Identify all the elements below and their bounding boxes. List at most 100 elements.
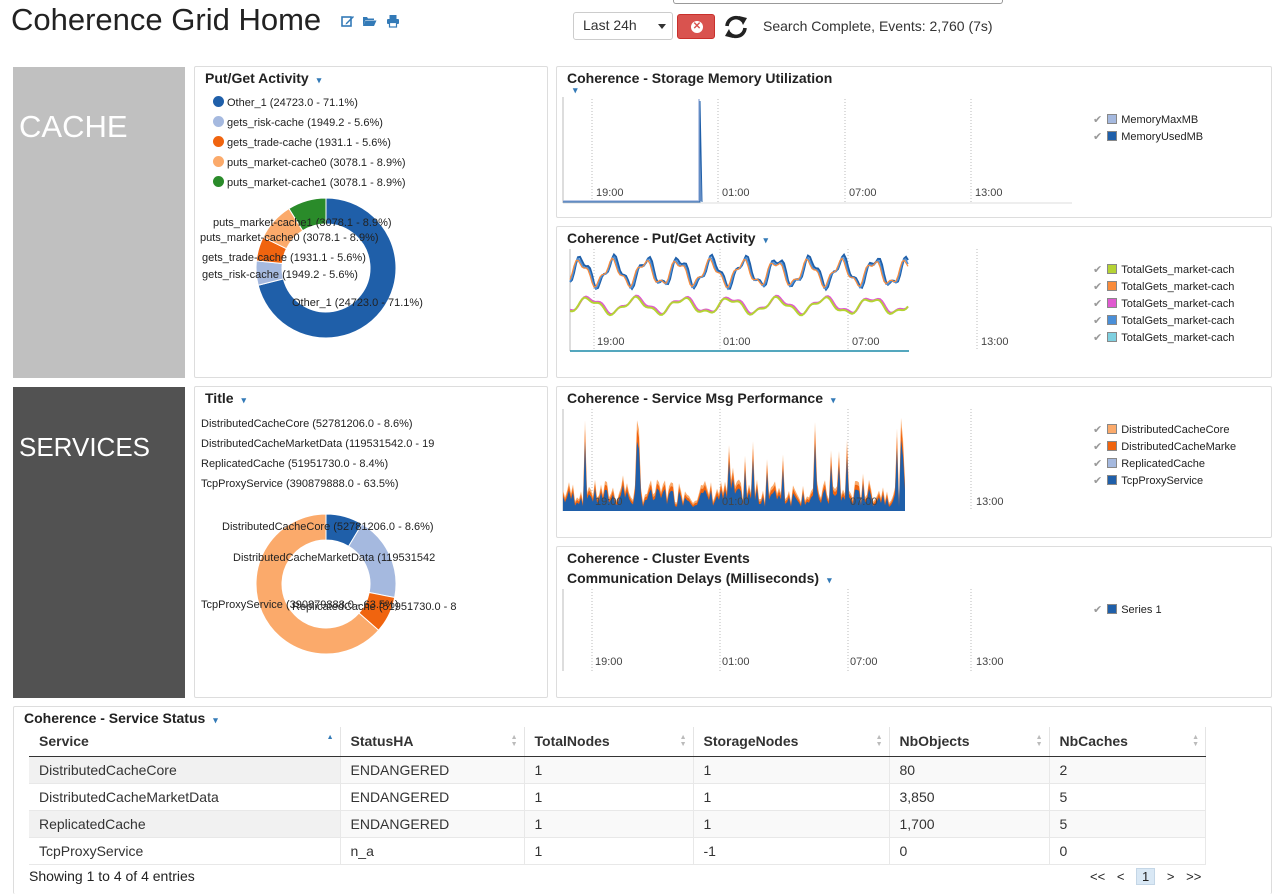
donut-label: Other_1 (24723.0 - 71.1%) xyxy=(292,297,423,309)
services-pie-panel: Title ▾ DistributedCacheCore (52781206.0 … xyxy=(194,386,548,698)
legend-item[interactable]: ✔ TotalGets_market-cach xyxy=(1093,263,1234,276)
series-line xyxy=(569,294,909,316)
donut-label: puts_market-cache1 (3078.1 - 8.9%) xyxy=(213,217,392,229)
x-tick: 19:00 xyxy=(597,336,625,348)
last-page-button[interactable]: >> xyxy=(1186,869,1201,884)
pagination: << < 1 > >> xyxy=(1086,868,1205,885)
memory-chart-panel: Coherence - Storage Memory Utilization ▾… xyxy=(556,66,1272,218)
edit-icon[interactable] xyxy=(341,14,355,28)
table-cell: 1 xyxy=(693,810,890,838)
refresh-icon[interactable] xyxy=(722,13,750,41)
x-tick: 01:00 xyxy=(722,187,750,199)
table-cell: 80 xyxy=(889,756,1050,784)
table-cell: 0 xyxy=(1049,837,1206,865)
events-line-chart: 19:00 01:00 07:00 13:00 xyxy=(562,589,1004,671)
putget-donut-chart: puts_market-cache1 (3078.1 - 8.9%) puts_… xyxy=(200,197,423,339)
x-tick: 01:00 xyxy=(723,336,751,348)
column-header-statusha[interactable]: StatusHA ▲ ▼ xyxy=(340,727,525,757)
legend-item[interactable]: ✔ TotalGets_market-cach xyxy=(1093,297,1234,310)
table-cell: 2 xyxy=(1049,756,1206,784)
page-1-button[interactable]: 1 xyxy=(1136,868,1156,885)
x-tick: 01:00 xyxy=(722,496,750,508)
column-header-storagenodes[interactable]: StorageNodes ▲ ▼ xyxy=(693,727,890,757)
table-cell: ENDANGERED xyxy=(340,756,525,784)
sort-icon: ▲ ▼ xyxy=(1035,734,1043,748)
legend-item: ReplicatedCache (51951730.0 - 8.4%) xyxy=(201,458,388,470)
panel-title: Coherence - Service Status ▾ xyxy=(24,710,218,726)
x-tick: 19:00 xyxy=(595,496,623,508)
sort-icon: ▲ ▼ xyxy=(679,734,687,748)
table-cell: 3,850 xyxy=(889,783,1050,811)
table-row[interactable]: DistributedCacheMarketData ENDANGERED 1 … xyxy=(29,783,1206,811)
legend-overflow: ✔ xyxy=(1093,348,1213,352)
x-tick: 13:00 xyxy=(976,656,1004,668)
table-row[interactable]: DistributedCacheCore ENDANGERED 1 1 80 2 xyxy=(29,756,1206,784)
legend-item[interactable]: ✔ TotalGets_market-cach xyxy=(1093,314,1234,327)
services-section-tile: SERVICES xyxy=(13,387,185,698)
column-header-nbcaches[interactable]: NbCaches ▲ ▼ xyxy=(1049,727,1206,757)
events-chart-panel: Coherence - Cluster Events Communication… xyxy=(556,546,1272,698)
legend-item[interactable]: ✔ DistributedCacheMarke xyxy=(1093,440,1236,453)
search-field[interactable] xyxy=(673,0,1003,4)
first-page-button[interactable]: << xyxy=(1090,869,1105,884)
print-icon[interactable] xyxy=(386,14,400,28)
table-cell: n_a xyxy=(340,837,525,865)
x-tick: 13:00 xyxy=(976,496,1004,508)
folder-open-icon[interactable] xyxy=(362,14,377,28)
legend-item[interactable]: ✔ MemoryUsedMB xyxy=(1093,130,1203,143)
table-cell: 1 xyxy=(693,756,890,784)
sort-icon: ▲ ▼ xyxy=(510,734,518,748)
legend-item: DistributedCacheMarketData (119531542.0 … xyxy=(201,438,434,450)
page-title: Coherence Grid Home xyxy=(11,2,322,37)
table-cell: ReplicatedCache xyxy=(29,810,341,838)
legend-item[interactable]: ✔ TotalGets_market-cach xyxy=(1093,280,1234,293)
donut-label: puts_market-cache0 (3078.1 - 8.9%) xyxy=(200,232,379,244)
table-cell: ENDANGERED xyxy=(340,783,525,811)
donut-label: DistributedCacheMarketData (119531542 xyxy=(233,552,435,564)
legend-item[interactable]: ✔ DistributedCacheCore xyxy=(1093,423,1229,436)
chevron-down-icon[interactable]: ▾ xyxy=(213,715,218,725)
sort-ascending-icon: ▲ xyxy=(326,734,334,741)
donut-label: gets_risk-cache (1949.2 - 5.6%) xyxy=(202,269,358,281)
table-cell: DistributedCacheMarketData xyxy=(29,783,341,811)
table-cell: DistributedCacheCore xyxy=(29,756,341,784)
services-section-label: SERVICES xyxy=(19,432,151,462)
legend-item: TcpProxyService (390879888.0 - 63.5%) xyxy=(201,478,399,490)
column-header-totalnodes[interactable]: TotalNodes ▲ ▼ xyxy=(524,727,694,757)
x-tick: 19:00 xyxy=(596,187,624,199)
prev-page-button[interactable]: < xyxy=(1117,869,1125,884)
legend-item[interactable]: ✔ TotalGets_market-cach xyxy=(1093,331,1234,344)
donut-label: gets_trade-cache (1931.1 - 5.6%) xyxy=(202,252,366,264)
services-donut-chart: DistributedCacheCore (52781206.0 - 8.6%)… xyxy=(201,418,457,655)
cancel-search-button[interactable]: ✕ xyxy=(677,14,715,39)
sort-icon: ▲ ▼ xyxy=(875,734,883,748)
table-row[interactable]: ReplicatedCache ENDANGERED 1 1 1,700 5 xyxy=(29,810,1206,838)
legend-item[interactable]: ✔ TcpProxyService xyxy=(1093,474,1203,487)
msg-chart-panel: Coherence - Service Msg Performance ▾ 19:… xyxy=(556,386,1272,538)
next-page-button[interactable]: > xyxy=(1167,869,1175,884)
column-header-service[interactable]: Service ▲ xyxy=(29,727,341,757)
donut-label: TcpProxyService (390879888.0 - 63.5%) xyxy=(201,599,399,611)
table-cell: -1 xyxy=(693,837,890,865)
time-range-select[interactable]: Last 24h xyxy=(573,12,673,40)
time-range-value: Last 24h xyxy=(583,17,637,33)
legend-item[interactable]: ✔ Series 1 xyxy=(1093,603,1162,616)
table-cell: 0 xyxy=(889,837,1050,865)
close-icon: ✕ xyxy=(691,21,703,33)
table-row[interactable]: TcpProxyService n_a 1 -1 0 0 xyxy=(29,837,1206,865)
donut-label: DistributedCacheCore (52781206.0 - 8.6%) xyxy=(222,521,434,533)
x-tick: 07:00 xyxy=(849,187,877,199)
x-tick: 13:00 xyxy=(975,187,1003,199)
table-cell: 5 xyxy=(1049,783,1206,811)
table-cell: 1 xyxy=(524,837,694,865)
cache-section-label: CACHE xyxy=(19,109,128,144)
x-tick: 07:00 xyxy=(850,496,878,508)
column-header-nbobjects[interactable]: NbObjects ▲ ▼ xyxy=(889,727,1050,757)
legend-item: DistributedCacheCore (52781206.0 - 8.6%) xyxy=(201,418,413,430)
legend-item[interactable]: ✔ ReplicatedCache xyxy=(1093,457,1205,470)
table-cell: 1 xyxy=(693,783,890,811)
legend-item[interactable]: ✔ MemoryMaxMB xyxy=(1093,113,1198,126)
chevron-down-icon xyxy=(658,24,666,29)
table-cell: ENDANGERED xyxy=(340,810,525,838)
table-cell: 1,700 xyxy=(889,810,1050,838)
